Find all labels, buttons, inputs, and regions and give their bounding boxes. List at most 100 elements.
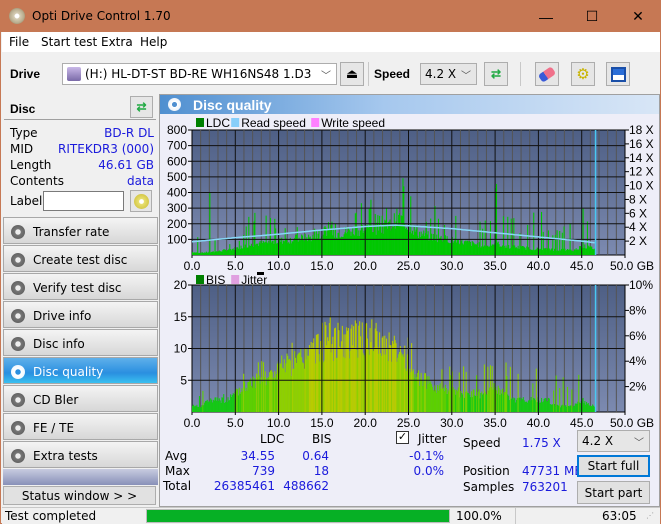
y-tick-label: 800 bbox=[167, 123, 187, 137]
disc-mid-row: MID RITEKDR3 (000) bbox=[10, 142, 154, 158]
close-icon: ✕ bbox=[632, 8, 644, 24]
y-tick-label: 20 bbox=[174, 278, 188, 292]
nav-cd-bler[interactable]: CD Bler bbox=[3, 385, 158, 412]
refresh-icon: ⇄ bbox=[136, 100, 147, 114]
speed-value: 4.2 X bbox=[425, 67, 457, 81]
nav-label: CD Bler bbox=[33, 393, 79, 407]
disc-label-button[interactable] bbox=[130, 190, 152, 212]
x-tick-label: 30.0 bbox=[440, 416, 464, 430]
minimize-button[interactable]: — bbox=[523, 1, 569, 32]
bis-chart: BIS Jitter51015202%4%6%8%10%0.0 5.0 10.0 15.… bbox=[174, 272, 654, 430]
drive-label: Drive bbox=[10, 67, 41, 81]
nav-label: FE / TE bbox=[33, 421, 75, 435]
y-tick-label: 10 bbox=[174, 342, 188, 356]
legend-label: LDC bbox=[206, 116, 230, 130]
panel-header: Disc quality bbox=[160, 95, 659, 114]
disc-header-title: Disc bbox=[10, 102, 36, 116]
menu-file[interactable]: File bbox=[9, 35, 29, 49]
menu-start-test[interactable]: Start test bbox=[41, 35, 97, 49]
legend-swatch bbox=[231, 118, 240, 127]
app-logo-icon bbox=[9, 8, 25, 24]
y2-tick-label: 18 X bbox=[629, 123, 654, 137]
maximize-icon: ☐ bbox=[585, 8, 599, 24]
speed-label: Speed bbox=[463, 436, 501, 450]
position-label: Position bbox=[463, 464, 510, 478]
nav-verify-test-disc[interactable]: Verify test disc bbox=[3, 273, 158, 300]
x-tick-label: 10.0 bbox=[267, 416, 291, 430]
speed-label: Speed bbox=[374, 67, 411, 81]
sidebar: Disc ⇄ Type BD-R DL MID RITEKDR3 (000) Len… bbox=[2, 94, 158, 507]
y-tick-label: 400 bbox=[167, 186, 187, 200]
ldc-chart: LDC Read speed Write speed 100200 300400 500 6… bbox=[167, 116, 654, 272]
title-bar: Opti Drive Control 1.70 — ☐ ✕ bbox=[1, 1, 661, 32]
max-label: Max bbox=[165, 464, 190, 478]
nav-disc-quality[interactable]: Disc quality bbox=[3, 357, 158, 384]
max-bis: 18 bbox=[313, 464, 329, 478]
data-bar bbox=[540, 211, 543, 255]
drive-select[interactable]: (H:) HL-DT-ST BD-RE WH16NS48 1.D3 ﹀ bbox=[62, 63, 337, 85]
extra-tests-icon bbox=[11, 449, 25, 463]
position-value: 47731 MB bbox=[522, 464, 583, 478]
y2-tick-label: 14 X bbox=[629, 151, 654, 165]
status-window-button[interactable]: Status window > > bbox=[3, 486, 156, 505]
disc-type-row: Type BD-R DL bbox=[10, 126, 154, 142]
menu-help[interactable]: Help bbox=[140, 35, 167, 49]
maximize-button[interactable]: ☐ bbox=[569, 1, 615, 32]
settings-button[interactable]: ⚙ bbox=[571, 62, 595, 86]
progress-fill bbox=[147, 510, 449, 522]
nav-drive-info[interactable]: Drive info bbox=[3, 301, 158, 328]
start-full-button[interactable]: Start full bbox=[577, 455, 650, 477]
disc-info-icon bbox=[11, 337, 25, 351]
y2-tick-label: 6 X bbox=[629, 206, 647, 220]
y-tick-label: 600 bbox=[167, 154, 187, 168]
eraser-icon bbox=[537, 65, 557, 83]
y2-tick-label: 10 X bbox=[629, 179, 654, 193]
avg-bis: 0.64 bbox=[302, 449, 329, 463]
nav-transfer-rate[interactable]: Transfer rate bbox=[3, 217, 158, 244]
jitter-label: Jitter bbox=[418, 432, 447, 446]
y-tick-label: 300 bbox=[167, 201, 187, 215]
nav-create-test-disc[interactable]: Create test disc bbox=[3, 245, 158, 272]
disc-length-row: Length 46.61 GB bbox=[10, 158, 154, 174]
refresh-icon: ⇄ bbox=[490, 67, 502, 81]
nav-label: Drive info bbox=[33, 309, 92, 323]
erase-button[interactable] bbox=[535, 62, 559, 86]
nav-fe-te[interactable]: FE / TE bbox=[3, 413, 158, 440]
x-tick-label: 5.0 bbox=[227, 416, 244, 430]
nav-label: Create test disc bbox=[33, 253, 128, 267]
total-ldc: 26385461 bbox=[213, 479, 275, 493]
y2-tick-label: 16 X bbox=[629, 137, 654, 151]
window-title: Opti Drive Control 1.70 bbox=[32, 9, 171, 23]
eject-button[interactable]: ⏏ bbox=[340, 62, 364, 86]
nav-label: Verify test disc bbox=[33, 281, 122, 295]
nav-disc-info[interactable]: Disc info bbox=[3, 329, 158, 356]
nav-extra-tests[interactable]: Extra tests bbox=[3, 441, 158, 468]
verify-disc-icon bbox=[11, 281, 25, 295]
app-window: Opti Drive Control 1.70 — ☐ ✕ File Start… bbox=[0, 0, 661, 524]
x-tick-label: 40.0 bbox=[527, 416, 551, 430]
y2-tick-label: 8% bbox=[629, 303, 647, 317]
start-part-button[interactable]: Start part bbox=[577, 481, 650, 504]
disc-label-input[interactable] bbox=[43, 191, 124, 211]
speed-select[interactable]: 4.2 X ﹀ bbox=[420, 63, 477, 85]
refresh-button[interactable]: ⇄ bbox=[484, 62, 508, 86]
y-tick-label: 100 bbox=[167, 232, 187, 246]
test-speed-select[interactable]: 4.2 X ﹀ bbox=[577, 430, 650, 452]
nav-label: Disc info bbox=[33, 337, 85, 351]
elapsed-time: 63:05 bbox=[602, 509, 637, 523]
disc-refresh-button[interactable]: ⇄ bbox=[130, 96, 153, 118]
chevron-down-icon: ﹀ bbox=[461, 71, 471, 82]
label-key: Label bbox=[10, 194, 43, 208]
resize-grip-icon[interactable]: ⋰ bbox=[646, 511, 654, 520]
y-tick-label: 700 bbox=[167, 139, 187, 153]
jitter-checkbox[interactable]: ✓ bbox=[396, 431, 409, 444]
field-value: BD-R DL bbox=[104, 126, 154, 140]
legend-swatch bbox=[311, 118, 320, 127]
close-button[interactable]: ✕ bbox=[615, 1, 661, 32]
y2-tick-label: 8 X bbox=[629, 192, 647, 206]
menu-extra[interactable]: Extra bbox=[101, 35, 133, 49]
save-button[interactable] bbox=[606, 62, 630, 86]
max-ldc: 739 bbox=[252, 464, 275, 478]
y2-tick-label: 12 X bbox=[629, 165, 654, 179]
panel-title: Disc quality bbox=[193, 97, 272, 113]
